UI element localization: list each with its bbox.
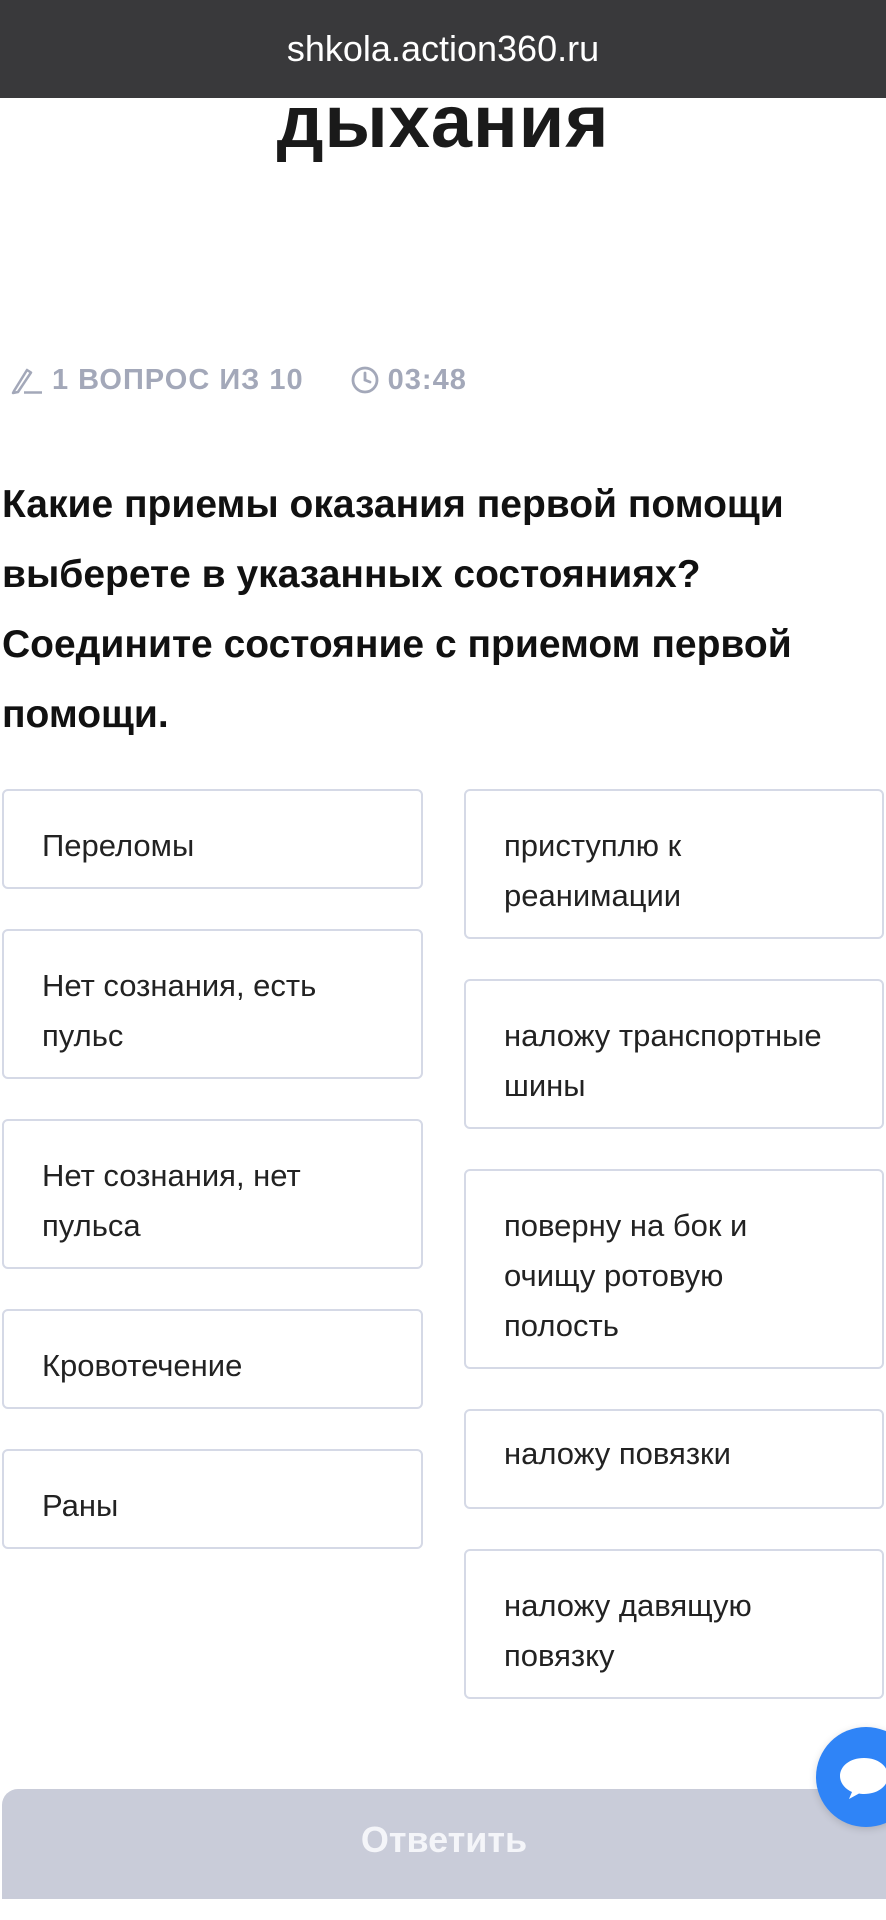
quiz-meta: 1 ВОПРОС ИЗ 10 03:48 xyxy=(10,360,467,400)
condition-card-fractures[interactable]: Переломы xyxy=(2,789,423,889)
condition-card-bleeding[interactable]: Кровотечение xyxy=(2,1309,423,1409)
action-card-splints[interactable]: наложу транспортные шины xyxy=(464,979,884,1129)
action-card-bandages[interactable]: наложу повязки xyxy=(464,1409,884,1509)
clock-icon xyxy=(350,365,380,395)
condition-card-unconscious-no-pulse[interactable]: Нет сознания, нет пульса xyxy=(2,1119,423,1269)
timer-value: 03:48 xyxy=(387,363,467,396)
pencil-icon xyxy=(10,365,44,395)
question-text: Какие приемы оказания первой помощи выбе… xyxy=(2,483,792,736)
timer: 03:48 xyxy=(350,364,467,397)
browser-url-bar[interactable]: shkola.action360.ru xyxy=(0,0,886,98)
condition-card-unconscious-pulse[interactable]: Нет сознания, есть пульс xyxy=(2,929,423,1079)
chat-icon xyxy=(840,1758,886,1799)
action-card-resuscitation[interactable]: приступлю к реанимации xyxy=(464,789,884,939)
question-progress: 1 ВОПРОС ИЗ 10 xyxy=(52,363,304,396)
action-card-pressure-bandage[interactable]: наложу давящую повязку xyxy=(464,1549,884,1699)
submit-button[interactable]: Ответить xyxy=(2,1789,886,1899)
condition-card-wounds[interactable]: Раны xyxy=(2,1449,423,1549)
action-card-recovery-position[interactable]: поверну на бок и очищу ротовую полость xyxy=(464,1169,884,1369)
url-text: shkola.action360.ru xyxy=(286,28,600,69)
